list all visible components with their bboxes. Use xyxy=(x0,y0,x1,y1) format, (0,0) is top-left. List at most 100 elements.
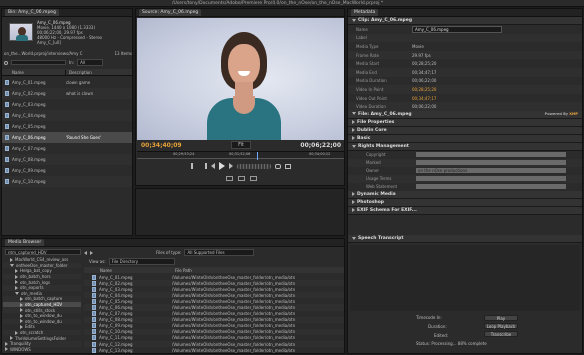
bin-list-item[interactable]: Amy_C_03.mpeg xyxy=(2,99,132,110)
disclosure-triangle-icon[interactable] xyxy=(20,324,23,329)
bin-list-item[interactable]: Amy_C_01.mpeg clown game xyxy=(2,77,132,88)
rights-field-value[interactable] xyxy=(416,184,566,190)
bin-item-description[interactable]: clown game xyxy=(62,80,90,85)
drive-select[interactable]: ntm_captured_HDV xyxy=(5,249,81,255)
metadata-field-value[interactable]: Movie xyxy=(412,44,424,49)
metadata-section-header[interactable]: Dublin Core xyxy=(348,126,582,135)
file-name: Amy_C_10.mpeg xyxy=(99,329,133,335)
safe-margins-icon[interactable] xyxy=(285,163,291,169)
column-header-name[interactable]: Name xyxy=(84,268,172,273)
step-back-icon[interactable] xyxy=(211,163,215,169)
clip-section-header[interactable]: Clip: Amy_C_06.mpeg xyxy=(348,17,582,25)
bin-item-description[interactable]: 'Round She Goes' xyxy=(62,135,101,140)
column-header-description[interactable]: Description xyxy=(65,69,92,75)
nav-back-icon[interactable] xyxy=(84,250,87,255)
metadata-section-header[interactable]: File Properties xyxy=(348,118,582,127)
metadata-section-header[interactable]: Basic xyxy=(348,134,582,143)
loop-icon[interactable] xyxy=(275,163,281,169)
jog-shuttle[interactable] xyxy=(237,163,271,169)
transcript-area[interactable] xyxy=(350,245,580,311)
bin-item-description[interactable]: what is clown xyxy=(62,91,93,96)
disclosure-triangle-icon[interactable] xyxy=(15,268,18,273)
tab-media-browser[interactable]: Media Browser xyxy=(5,239,45,246)
rights-field-value[interactable] xyxy=(416,176,566,182)
window-title: /Users/tony/Documents/Adobe/Premiere Pro… xyxy=(172,1,384,6)
rights-field-value[interactable] xyxy=(416,160,566,166)
files-of-type-select[interactable]: All Supported Files xyxy=(184,249,255,256)
disclosure-triangle-icon[interactable] xyxy=(20,296,23,301)
bin-list-item[interactable]: Amy_C_02.mpeg what is clown xyxy=(2,88,132,99)
view-as-select[interactable]: File Directory xyxy=(108,258,175,265)
metadata-field-value[interactable]: Amy_C_06.mpeg xyxy=(412,25,502,33)
folder-tree-item[interactable]: WINDOWS xyxy=(3,347,81,353)
bin-item-name: Amy_C_04.mpeg xyxy=(12,113,46,118)
disclosure-triangle-icon[interactable] xyxy=(5,347,8,352)
bin-list-item[interactable]: Amy_C_06.mpeg 'Round She Goes' xyxy=(2,132,132,143)
tab-metadata[interactable]: Metadata xyxy=(351,9,379,16)
disclosure-triangle-icon[interactable] xyxy=(20,313,23,318)
metadata-section-header[interactable]: EXIF Schema For EXIF... xyxy=(348,206,582,215)
disclosure-triangle-icon[interactable] xyxy=(10,336,13,341)
bin-list-item[interactable]: Amy_C_10.mpeg xyxy=(2,176,132,187)
export-frame-icon[interactable] xyxy=(249,176,257,181)
loop-playback-button[interactable]: Loop Playback xyxy=(484,323,518,329)
tab-bin[interactable]: Bin: Amy_C_06.mpeg xyxy=(5,9,59,16)
metadata-field-value[interactable]: 00;06;22;00 xyxy=(412,104,436,109)
nav-forward-icon[interactable] xyxy=(90,250,93,255)
file-name: Amy_C_01.mpeg xyxy=(99,274,133,280)
disclosure-triangle-icon[interactable] xyxy=(5,341,8,346)
metadata-section-header[interactable]: Dynamic Media xyxy=(348,190,582,199)
speech-transcript-header[interactable]: Speech Transcript xyxy=(348,235,582,243)
metadata-field-value[interactable]: 00;34;47;17 xyxy=(412,96,436,101)
metadata-field-value[interactable]: 00;06;22;00 xyxy=(412,78,436,83)
disclosure-triangle-icon[interactable] xyxy=(15,274,18,279)
tab-source[interactable]: Source: Amy_C_06.mpeg xyxy=(139,9,202,16)
metadata-field-value[interactable]: 00;28;25;20 xyxy=(412,87,436,92)
overwrite-icon[interactable] xyxy=(237,176,245,181)
ruler-label: 00;31;52;06 xyxy=(229,152,251,156)
metadata-field-label: Video Duration xyxy=(356,104,386,110)
mark-in-icon[interactable] xyxy=(191,163,197,169)
bin-list-item[interactable]: Amy_C_04.mpeg xyxy=(2,110,132,121)
play-button[interactable]: Play xyxy=(484,315,518,321)
disclosure-triangle-icon[interactable] xyxy=(20,319,23,324)
bin-list-item[interactable]: Amy_C_07.mpeg xyxy=(2,143,132,154)
transcribe-button[interactable]: Transcribe xyxy=(484,331,518,337)
source-current-timecode[interactable]: 00;34;40;09 xyxy=(141,142,182,149)
folder-name: otn_exports xyxy=(20,285,44,291)
disclosure-triangle-icon[interactable] xyxy=(10,257,13,262)
disclosure-triangle-icon[interactable] xyxy=(20,308,23,313)
mpeg-file-icon xyxy=(92,298,96,304)
mark-out-icon[interactable] xyxy=(201,163,207,169)
clip-file-icon xyxy=(5,168,9,173)
column-header-file-path[interactable]: File Path xyxy=(172,268,192,273)
metadata-field-value[interactable]: 00;28;25;20 xyxy=(412,61,436,66)
search-icon[interactable] xyxy=(4,60,8,65)
fit-dropdown[interactable]: Fit xyxy=(231,141,251,149)
metadata-section-header[interactable]: Rights Management xyxy=(348,142,582,151)
playhead[interactable] xyxy=(257,152,258,160)
disclosure-triangle-icon[interactable] xyxy=(20,302,23,307)
in-select[interactable]: All xyxy=(77,59,104,66)
file-list-item[interactable]: Amy_C_13.mpeg/Volumes/WinteOlsh/ontheeOs… xyxy=(84,347,344,353)
bin-list-item[interactable]: Amy_C_09.mpeg xyxy=(2,165,132,176)
disclosure-triangle-icon[interactable] xyxy=(15,280,18,285)
metadata-field-value[interactable]: 29.97 fps xyxy=(412,53,431,58)
disclosure-triangle-icon[interactable] xyxy=(15,285,18,290)
metadata-field-value[interactable]: 00;34;47;17 xyxy=(412,70,436,75)
rights-field-value[interactable] xyxy=(416,152,566,158)
file-section-header[interactable]: File: Amy_C_06.mpeg Powered By XMP xyxy=(348,110,582,119)
column-header-name[interactable]: Name xyxy=(2,70,65,75)
play-icon[interactable] xyxy=(219,162,225,170)
disclosure-triangle-icon[interactable] xyxy=(15,291,19,295)
bin-list-item[interactable]: Amy_C_08.mpeg xyxy=(2,154,132,165)
source-ruler[interactable]: 00;29;53;24 00;31;52;06 00;34;00;12 xyxy=(137,151,344,160)
bin-search-input[interactable] xyxy=(11,60,66,65)
insert-icon[interactable] xyxy=(225,176,233,181)
metadata-section-header[interactable]: Photoshop xyxy=(348,198,582,207)
step-forward-icon[interactable] xyxy=(229,163,233,169)
disclosure-triangle-icon[interactable] xyxy=(10,263,14,267)
rights-field-value[interactable]: on the nOse productions xyxy=(416,168,566,174)
bin-list-item[interactable]: Amy_C_05.mpeg xyxy=(2,121,132,132)
disclosure-triangle-icon[interactable] xyxy=(15,330,18,335)
